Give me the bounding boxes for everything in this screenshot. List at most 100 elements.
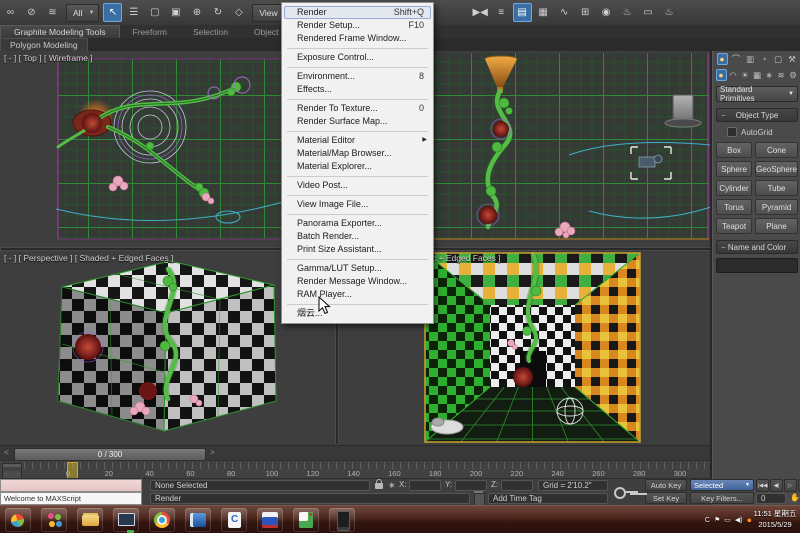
- ribbon-tab[interactable]: Graphite Modeling Tools: [0, 25, 120, 38]
- graphics-tool-icon[interactable]: [293, 508, 319, 532]
- menu-item[interactable]: RAM Player... ▶: [284, 288, 431, 301]
- selection-lock-icon[interactable]: [375, 483, 383, 489]
- hierarchy-tab-icon[interactable]: ▥: [745, 53, 756, 65]
- previous-frame-icon[interactable]: ◀|: [770, 479, 783, 492]
- menu-item[interactable]: Environment... 8 ▶: [284, 70, 431, 83]
- select-and-move-icon[interactable]: ⊕: [187, 3, 206, 22]
- primitive-button[interactable]: Teapot: [716, 218, 752, 234]
- set-key-button[interactable]: Set Key: [645, 492, 687, 504]
- time-slider-next-icon[interactable]: >: [210, 448, 215, 457]
- menu-item[interactable]: Render Setup... F10 ▶: [284, 19, 431, 32]
- space-warps-category-icon[interactable]: ≋: [776, 69, 787, 81]
- transform-gizmo-icon[interactable]: ∗: [388, 480, 396, 491]
- viewport-label-top[interactable]: [ - ] [ Top ] [ Wireframe ]: [4, 53, 93, 63]
- pinwheel-app-icon[interactable]: [41, 508, 67, 532]
- play-icon[interactable]: ▷: [784, 479, 797, 492]
- select-object-icon[interactable]: ↖: [103, 3, 122, 22]
- menu-item[interactable]: Render Message Window... ▶: [284, 275, 431, 288]
- macro-recorder-line[interactable]: [0, 479, 142, 492]
- primitive-button[interactable]: Plane: [755, 218, 798, 234]
- ribbon-tab[interactable]: Freeform: [120, 25, 180, 38]
- menu-item[interactable]: Render Surface Map... ▶: [284, 115, 431, 128]
- menu-item[interactable]: Material/Map Browser... ▶: [284, 147, 431, 160]
- y-coordinate-field[interactable]: [455, 480, 487, 491]
- object-name-field[interactable]: [716, 258, 798, 273]
- menu-item[interactable]: Panorama Exporter... ▶: [284, 217, 431, 230]
- menu-item[interactable]: Gamma/LUT Setup... ▶: [284, 262, 431, 275]
- set-key-mode-icon[interactable]: [614, 485, 640, 499]
- select-and-rotate-icon[interactable]: ↻: [208, 3, 227, 22]
- menu-item[interactable]: 烟云... ▶: [284, 307, 431, 320]
- helpers-category-icon[interactable]: ∗: [764, 69, 775, 81]
- cameras-category-icon[interactable]: ▦: [752, 69, 763, 81]
- chrome-icon[interactable]: [149, 508, 175, 532]
- time-slider-track[interactable]: < 0 / 300 >: [0, 445, 710, 461]
- viewport-label-perspective[interactable]: [ - ] [ Perspective ] [ Shaded + Edged F…: [4, 253, 173, 263]
- menu-item[interactable]: Material Explorer... ▶: [284, 160, 431, 173]
- create-tab-icon[interactable]: ●: [717, 53, 728, 65]
- primitives-dropdown[interactable]: Standard Primitives ▼: [716, 86, 798, 102]
- viewport-label-camera[interactable]: ic + Edged Faces ]: [430, 253, 501, 263]
- schematic-view-icon[interactable]: ⊞: [576, 3, 595, 22]
- menu-item[interactable]: Render Shift+Q ▶: [284, 6, 431, 19]
- manage-layers-icon[interactable]: ▤: [513, 3, 532, 22]
- shapes-category-icon[interactable]: ◠: [728, 69, 739, 81]
- menu-item[interactable]: View Image File... ▶: [284, 198, 431, 211]
- menu-item[interactable]: Material Editor ▶: [284, 134, 431, 147]
- align-icon[interactable]: ≡: [492, 3, 511, 22]
- taskbar-clock[interactable]: 11:51 星期五 2015/5/29: [752, 508, 798, 530]
- render-setup-icon[interactable]: ♨: [618, 3, 637, 22]
- start-button[interactable]: [5, 508, 31, 532]
- maxscript-mini-listener[interactable]: Welcome to MAXScript: [0, 492, 142, 505]
- menu-item[interactable]: Video Post... ▶: [284, 179, 431, 192]
- tray-app-icon[interactable]: C: [705, 517, 710, 524]
- rendered-frame-window-icon[interactable]: ▭: [639, 3, 658, 22]
- menu-item[interactable]: Batch Render... ▶: [284, 230, 431, 243]
- phone-tool-icon[interactable]: [329, 508, 355, 532]
- object-type-rollout[interactable]: Object Type: [716, 108, 798, 122]
- mini-curve-editor-icon[interactable]: [2, 463, 22, 479]
- motion-tab-icon[interactable]: ◔: [759, 53, 770, 65]
- select-and-link-icon[interactable]: ∞: [1, 3, 20, 22]
- rectangular-selection-region-icon[interactable]: ▢: [145, 3, 164, 22]
- menu-item[interactable]: Rendered Frame Window... ▶: [284, 32, 431, 45]
- modify-tab-icon[interactable]: ⌒: [731, 53, 742, 65]
- file-explorer-icon[interactable]: [77, 508, 103, 532]
- go-to-start-icon[interactable]: |◀◀: [756, 479, 769, 492]
- graphite-ribbon-toggle-icon[interactable]: ▦: [534, 3, 553, 22]
- menu-item[interactable]: Effects... ▶: [284, 83, 431, 96]
- lights-category-icon[interactable]: ☀: [740, 69, 751, 81]
- auto-key-button[interactable]: Auto Key: [645, 479, 687, 491]
- media-app-icon[interactable]: [185, 508, 211, 532]
- primitive-button[interactable]: Tube: [755, 180, 798, 196]
- x-coordinate-field[interactable]: [409, 480, 441, 491]
- primitive-button[interactable]: Box: [716, 142, 752, 158]
- primitive-button[interactable]: GeoSphere: [755, 161, 798, 177]
- autogrid-checkbox[interactable]: [727, 127, 737, 137]
- tab-polygon-modeling[interactable]: Polygon Modeling: [0, 38, 88, 51]
- primitive-button[interactable]: Pyramid: [755, 199, 798, 215]
- key-filters-button[interactable]: Key Filters...: [690, 492, 754, 504]
- selection-filter-dropdown[interactable]: All ▼: [66, 4, 99, 22]
- timeline-ruler[interactable]: 0204060801001201401601802002202402602803…: [0, 460, 710, 479]
- tray-window-icon[interactable]: ▭: [724, 516, 731, 524]
- primitive-button[interactable]: Cone: [755, 142, 798, 158]
- utilities-tab-icon[interactable]: ⚒: [787, 53, 798, 65]
- name-and-color-rollout[interactable]: Name and Color: [716, 240, 798, 254]
- unlink-selection-icon[interactable]: ⊘: [22, 3, 41, 22]
- geometry-category-icon[interactable]: ●: [716, 69, 727, 81]
- select-and-scale-icon[interactable]: ◇: [229, 3, 248, 22]
- primitive-button[interactable]: Sphere: [716, 161, 752, 177]
- material-editor-icon[interactable]: ◉: [597, 3, 616, 22]
- tray-flag-icon[interactable]: ⚑: [714, 516, 720, 524]
- time-slider-prev-icon[interactable]: <: [4, 448, 9, 457]
- window-crossing-icon[interactable]: ▣: [166, 3, 185, 22]
- systems-category-icon[interactable]: ⚙: [788, 69, 799, 81]
- save-tool-icon[interactable]: [257, 508, 283, 532]
- bind-to-space-warp-icon[interactable]: ≋: [43, 3, 62, 22]
- add-time-tag-field[interactable]: Add Time Tag: [488, 493, 608, 504]
- primitive-button[interactable]: Torus: [716, 199, 752, 215]
- primitive-button[interactable]: Cylinder: [716, 180, 752, 196]
- select-by-name-icon[interactable]: ☰: [124, 3, 143, 22]
- ribbon-tab[interactable]: Selection: [180, 25, 241, 38]
